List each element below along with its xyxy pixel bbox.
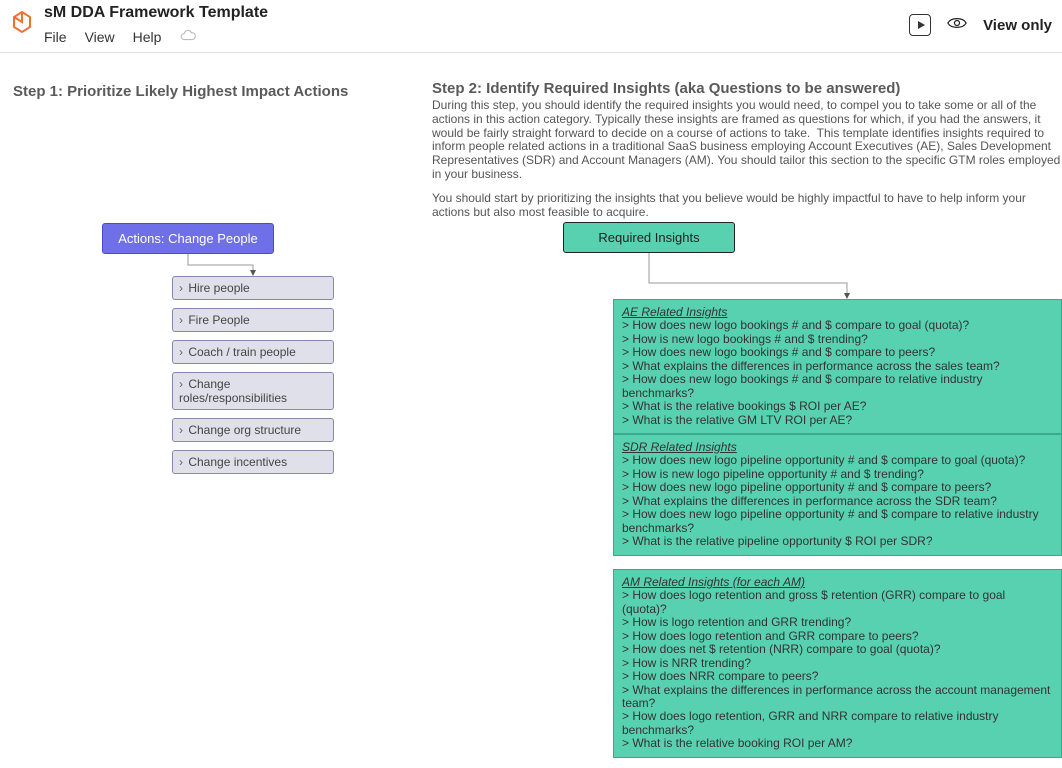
insight-block-title: AM Related Insights (for each AM) bbox=[622, 575, 805, 589]
diagram-canvas[interactable]: Step 1: Prioritize Likely Highest Impact… bbox=[0, 53, 1062, 768]
step2-para1: During this step, you should identify th… bbox=[432, 99, 1062, 182]
insight-line: > How is new logo bookings # and $ trend… bbox=[622, 333, 1053, 346]
menu-view[interactable]: View bbox=[85, 29, 115, 45]
step2-title: Step 2: Identify Required Insights (aka … bbox=[432, 80, 900, 97]
present-button[interactable] bbox=[909, 14, 931, 36]
insight-line: > What explains the differences in perfo… bbox=[622, 360, 1053, 373]
action-item-label: Fire People bbox=[185, 313, 250, 327]
insight-line: > How does new logo pipeline opportunity… bbox=[622, 454, 1053, 467]
action-item[interactable]: › Fire People bbox=[172, 308, 334, 332]
insight-line: > How does new logo pipeline opportunity… bbox=[622, 508, 1053, 535]
chevron-right-icon: › bbox=[179, 377, 183, 391]
insight-line: > What is the relative bookings $ ROI pe… bbox=[622, 400, 1053, 413]
action-item-label: Change org structure bbox=[185, 423, 301, 437]
menu-help[interactable]: Help bbox=[133, 29, 162, 45]
actions-box[interactable]: Actions: Change People bbox=[102, 223, 274, 254]
insight-line: > What is the relative booking ROI per A… bbox=[622, 737, 1053, 750]
insight-line: > How does logo retention and gross $ re… bbox=[622, 589, 1053, 616]
eye-icon bbox=[947, 16, 967, 35]
menu-bar: File View Help bbox=[44, 28, 268, 45]
insight-line: > What explains the differences in perfo… bbox=[622, 684, 1053, 711]
step1-title: Step 1: Prioritize Likely Highest Impact… bbox=[13, 83, 348, 100]
menu-file[interactable]: File bbox=[44, 29, 67, 45]
insight-block-sdr[interactable]: SDR Related Insights> How does new logo … bbox=[613, 434, 1062, 556]
insight-line: > What is the relative pipeline opportun… bbox=[622, 535, 1053, 548]
action-item[interactable]: › Change roles/responsibilities bbox=[172, 372, 334, 410]
insight-line: > What explains the differences in perfo… bbox=[622, 495, 1053, 508]
chevron-right-icon: › bbox=[179, 455, 183, 469]
app-logo-icon bbox=[10, 10, 34, 34]
insight-line: > How does new logo pipeline opportunity… bbox=[622, 481, 1053, 494]
action-item-label: Change roles/responsibilities bbox=[179, 377, 287, 405]
insight-line: > How does new logo bookings # and $ com… bbox=[622, 319, 1053, 332]
insight-line: > How is logo retention and GRR trending… bbox=[622, 616, 1053, 629]
insight-line: > How does logo retention, GRR and NRR c… bbox=[622, 710, 1053, 737]
insight-block-title: AE Related Insights bbox=[622, 305, 727, 319]
action-item-label: Hire people bbox=[185, 281, 250, 295]
insight-line: > How is NRR trending? bbox=[622, 657, 1053, 670]
insight-line: > What is the relative GM LTV ROI per AE… bbox=[622, 414, 1053, 427]
action-item[interactable]: › Change incentives bbox=[172, 450, 334, 474]
insight-line: > How does new logo bookings # and $ com… bbox=[622, 346, 1053, 359]
action-list: › Hire people› Fire People› Coach / trai… bbox=[172, 276, 334, 482]
insight-line: > How does net $ retention (NRR) compare… bbox=[622, 643, 1053, 656]
view-only-label: View only bbox=[983, 17, 1052, 34]
insight-line: > How is new logo pipeline opportunity #… bbox=[622, 468, 1053, 481]
action-item-label: Change incentives bbox=[185, 455, 287, 469]
action-item[interactable]: › Coach / train people bbox=[172, 340, 334, 364]
insight-line: > How does new logo bookings # and $ com… bbox=[622, 373, 1053, 400]
chevron-right-icon: › bbox=[179, 281, 183, 295]
step2-body: During this step, you should identify th… bbox=[432, 99, 1062, 229]
step2-para2: You should start by prioritizing the ins… bbox=[432, 192, 1062, 220]
topbar: sM DDA Framework Template File View Help… bbox=[0, 0, 1062, 53]
chevron-right-icon: › bbox=[179, 423, 183, 437]
cloud-sync-icon bbox=[179, 28, 197, 45]
insight-line: > How does logo retention and GRR compar… bbox=[622, 630, 1053, 643]
action-item[interactable]: › Hire people bbox=[172, 276, 334, 300]
chevron-right-icon: › bbox=[179, 345, 183, 359]
insight-block-ae[interactable]: AE Related Insights> How does new logo b… bbox=[613, 299, 1062, 434]
chevron-right-icon: › bbox=[179, 313, 183, 327]
action-item[interactable]: › Change org structure bbox=[172, 418, 334, 442]
document-title[interactable]: sM DDA Framework Template bbox=[44, 4, 268, 22]
insight-block-am[interactable]: AM Related Insights (for each AM)> How d… bbox=[613, 569, 1062, 758]
insight-line: > How does NRR compare to peers? bbox=[622, 670, 1053, 683]
play-icon bbox=[918, 21, 925, 29]
action-item-label: Coach / train people bbox=[185, 345, 296, 359]
required-insights-box[interactable]: Required Insights bbox=[563, 222, 735, 253]
insight-block-title: SDR Related Insights bbox=[622, 440, 737, 454]
